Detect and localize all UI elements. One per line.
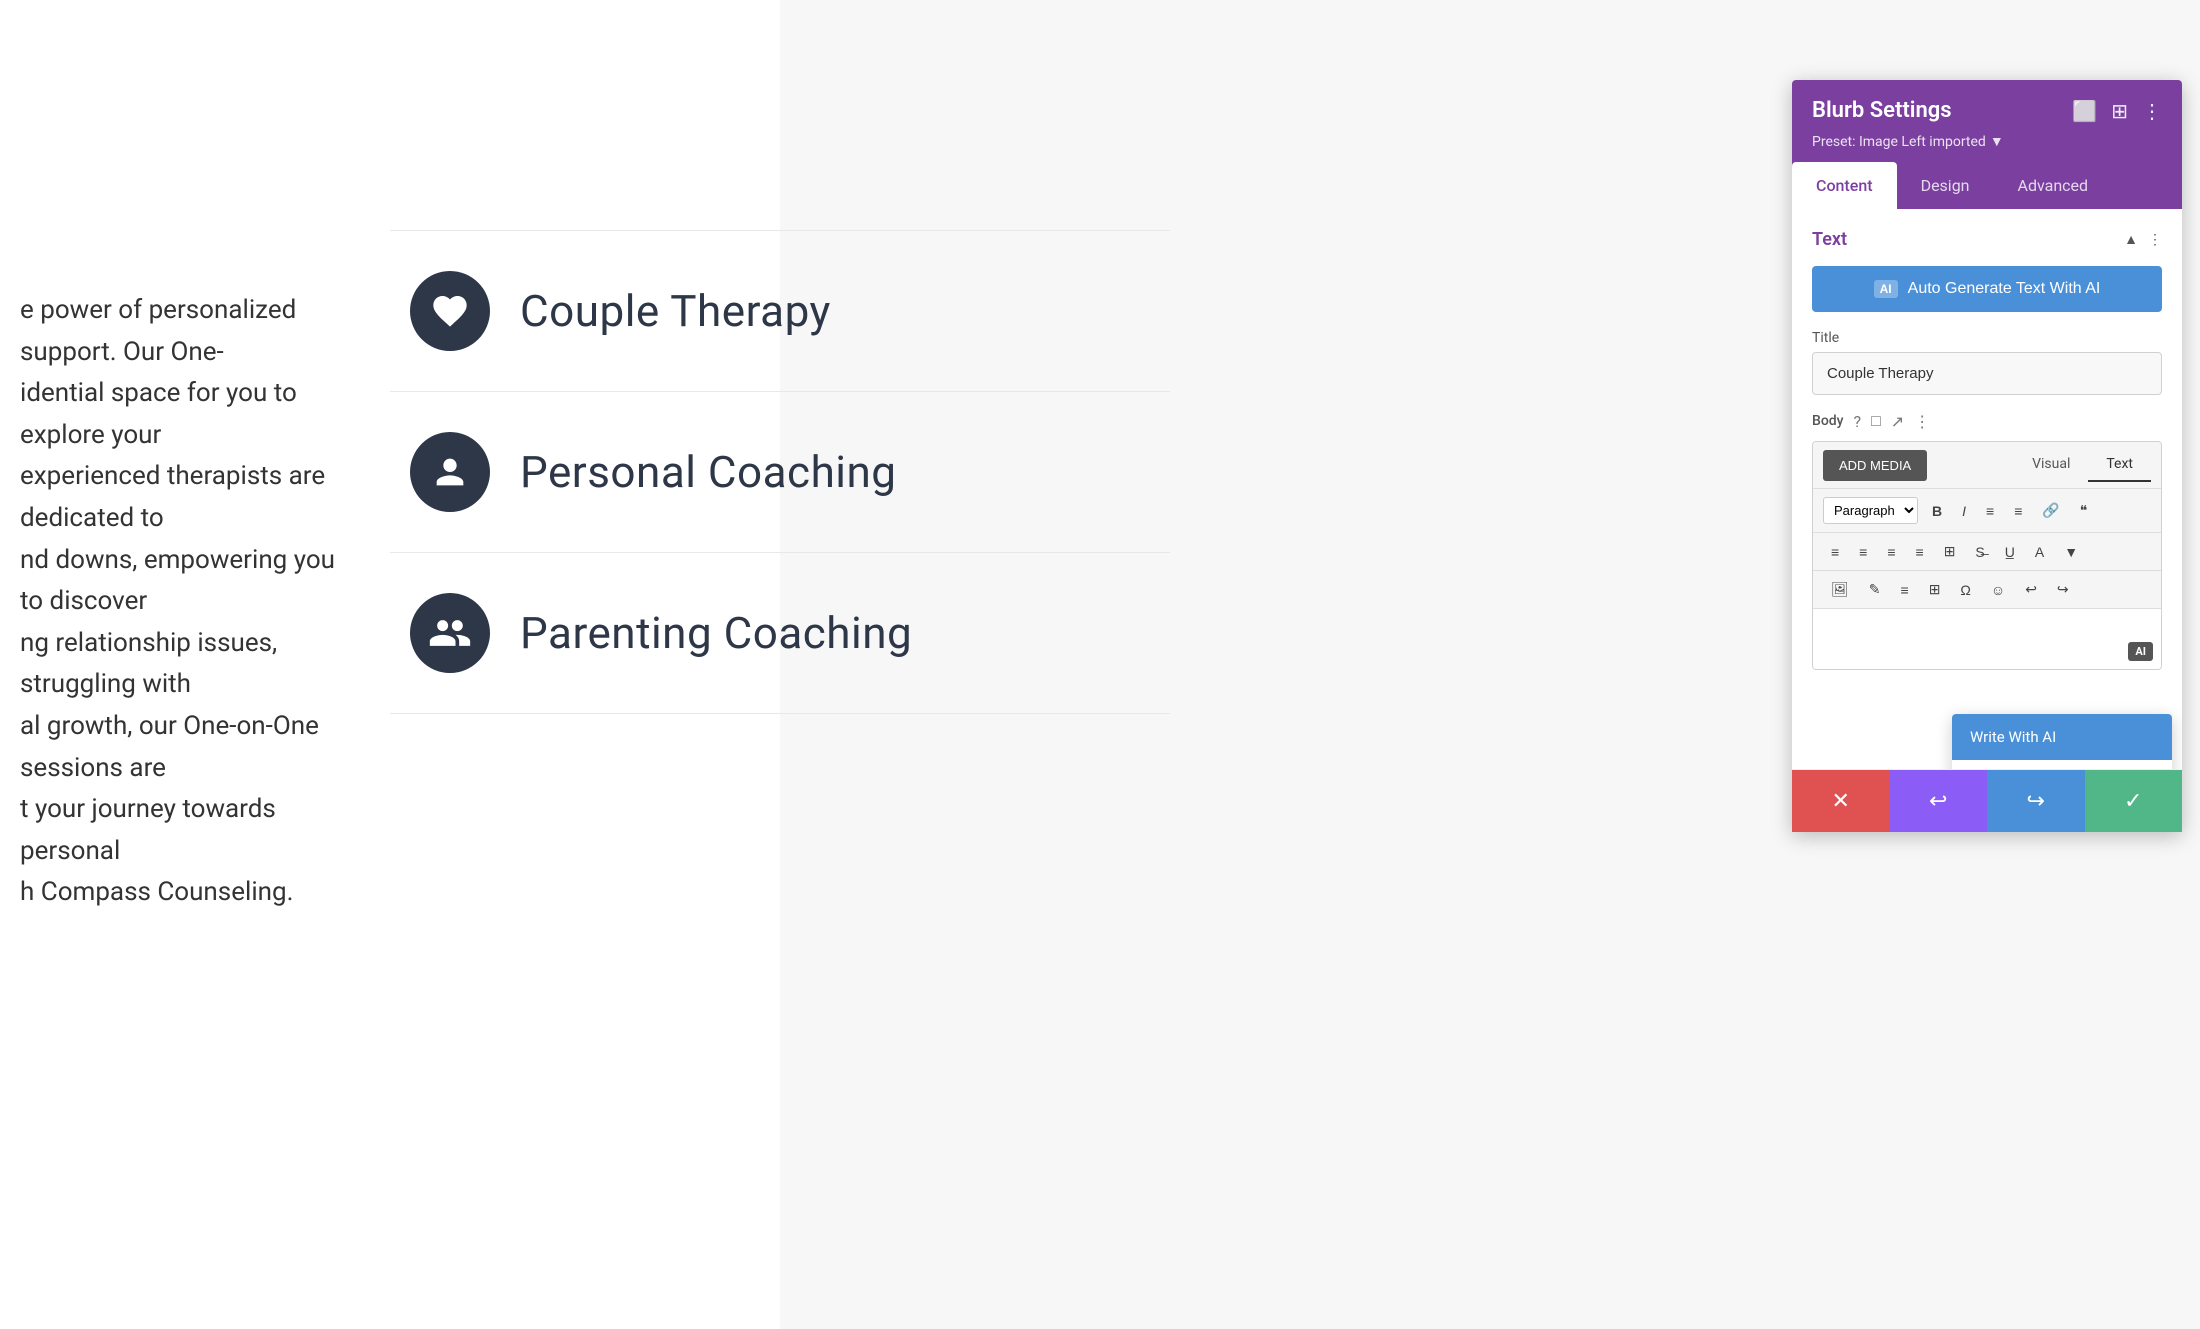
panel-body: Text ▲ ⋮ AI Auto Generate Text With AI T… — [1792, 209, 2182, 769]
emoji-button[interactable]: ☺ — [1983, 578, 2013, 602]
body-more-icon[interactable]: ⋮ — [1914, 412, 1930, 431]
cancel-button[interactable]: ✕ — [1792, 770, 1890, 832]
section-chevron-icon[interactable]: ▲ — [2124, 231, 2138, 248]
ordered-list-button[interactable]: ≡ — [2006, 499, 2030, 523]
body-arrow-icon[interactable]: ↗ — [1891, 412, 1904, 431]
couple-therapy-icon — [410, 271, 490, 351]
items-list: Couple Therapy Personal Coaching Parenti… — [390, 230, 1170, 714]
text-line-6: al growth, our One-on-One sessions are — [20, 706, 340, 789]
section-controls: ▲ ⋮ — [2124, 231, 2162, 248]
people-icon-circle — [410, 593, 490, 673]
panel-footer: ✕ ↩ ↪ ✓ — [1792, 769, 2182, 832]
tab-design[interactable]: Design — [1897, 162, 1994, 209]
align-right-button[interactable]: ≡ — [1879, 540, 1903, 564]
editor-toolbar-row1: Paragraph Heading 1 Heading 2 B I ≡ ≡ 🔗 … — [1813, 489, 2161, 533]
ai-dropdown: Write With AI Write Automatically — [1952, 714, 2172, 769]
quote-button[interactable]: ❝ — [2072, 498, 2096, 523]
special-char-button[interactable]: Ω — [1952, 578, 1978, 602]
editor-content-area[interactable]: AI — [1813, 609, 2161, 669]
paragraph-select[interactable]: Paragraph Heading 1 Heading 2 — [1823, 497, 1918, 524]
body-text: e power of personalized support. Our One… — [20, 290, 340, 914]
undo-button[interactable]: ↩ — [1890, 770, 1988, 832]
visual-tab[interactable]: Visual — [2014, 448, 2088, 482]
write-automatically-option[interactable]: Write Automatically — [1952, 760, 2172, 769]
panel-title-row: Blurb Settings ⬜ ⊞ ⋮ — [1812, 98, 2162, 123]
ai-content-icon[interactable]: AI — [2128, 642, 2153, 661]
personal-coaching-icon — [410, 432, 490, 512]
settings-panel: Blurb Settings ⬜ ⊞ ⋮ Preset: Image Left … — [1792, 80, 2182, 832]
text-line-2: idential space for you to explore your — [20, 373, 340, 456]
list-item: Personal Coaching — [390, 392, 1170, 553]
write-with-ai-option[interactable]: Write With AI — [1952, 714, 2172, 760]
text-section-header: Text ▲ ⋮ — [1812, 229, 2162, 250]
editor-tabs: Visual Text — [2014, 448, 2151, 482]
link-button[interactable]: 🔗 — [2034, 498, 2067, 523]
body-mobile-icon[interactable]: □ — [1871, 411, 1881, 431]
align-center-button[interactable]: ≡ — [1851, 540, 1875, 564]
panel-preset: Preset: Image Left imported ▼ — [1812, 133, 2162, 162]
grid-button[interactable]: ⊞ — [1921, 577, 1949, 602]
split-icon[interactable]: ⊞ — [2111, 99, 2128, 123]
editor-toolbar-row2: ≡ ≡ ≡ ≡ ⊞ S̶ U̲ A ▼ — [1813, 533, 2161, 571]
editor-area: ADD MEDIA Visual Text Paragraph Heading … — [1812, 441, 2162, 670]
ai-badge: AI — [1874, 280, 1898, 298]
list-item: Couple Therapy — [390, 230, 1170, 392]
text-tab[interactable]: Text — [2088, 448, 2151, 482]
undo-editor-button[interactable]: ↩ — [2017, 577, 2045, 602]
panel-header-icons: ⬜ ⊞ ⋮ — [2072, 99, 2162, 123]
list-indent-button[interactable]: ≡ — [1893, 578, 1917, 602]
text-line-4: nd downs, empowering you to discover — [20, 540, 340, 623]
strikethrough-button[interactable]: S̶ — [1967, 540, 1992, 564]
table-button[interactable]: ⊞ — [1936, 539, 1964, 564]
panel-tabs: Content Design Advanced — [1792, 162, 2182, 209]
align-justify-button[interactable]: ≡ — [1908, 540, 1932, 564]
text-line-3: experienced therapists are dedicated to — [20, 456, 340, 539]
tab-content[interactable]: Content — [1792, 162, 1897, 209]
person-icon-circle — [410, 432, 490, 512]
text-line-7: t your journey towards personal — [20, 789, 340, 872]
expand-icon[interactable]: ⬜ — [2072, 99, 2097, 123]
image-button[interactable]: 🖼 — [1823, 577, 1857, 602]
font-color-button[interactable]: A — [2027, 540, 2052, 564]
bold-button[interactable]: B — [1924, 499, 1950, 523]
heart-icon-circle — [410, 271, 490, 351]
editor-toolbar-row3: 🖼 ✎ ≡ ⊞ Ω ☺ ↩ ↪ — [1813, 571, 2161, 609]
more-icon[interactable]: ⋮ — [2142, 99, 2162, 123]
personal-coaching-label: Personal Coaching — [520, 446, 897, 498]
panel-title: Blurb Settings — [1812, 98, 1952, 123]
body-label: Body — [1812, 413, 1844, 429]
text-line-8: h Compass Counseling. — [20, 872, 340, 914]
save-button[interactable]: ✓ — [2085, 770, 2183, 832]
italic-button[interactable]: I — [1954, 499, 1974, 523]
bullet-list-button[interactable]: ≡ — [1978, 499, 2002, 523]
section-more-icon[interactable]: ⋮ — [2148, 232, 2162, 248]
tab-advanced[interactable]: Advanced — [1994, 162, 2113, 209]
list-item: Parenting Coaching — [390, 553, 1170, 714]
align-left-button[interactable]: ≡ — [1823, 540, 1847, 564]
formatting-buttons: B I ≡ ≡ 🔗 ❝ — [1924, 498, 2095, 523]
redo-button[interactable]: ↪ — [1987, 770, 2085, 832]
text-section-title: Text — [1812, 229, 1847, 250]
title-field-label: Title — [1812, 330, 2162, 346]
body-help-icon[interactable]: ? — [1854, 412, 1862, 431]
couple-therapy-label: Couple Therapy — [520, 285, 831, 337]
parenting-coaching-label: Parenting Coaching — [520, 607, 912, 659]
more-toolbar-button[interactable]: ▼ — [2056, 540, 2086, 564]
ai-generate-button[interactable]: AI Auto Generate Text With AI — [1812, 266, 2162, 312]
pen-button[interactable]: ✎ — [1861, 577, 1889, 602]
ai-generate-label: Auto Generate Text With AI — [1908, 280, 2101, 298]
body-section-header: Body ? □ ↗ ⋮ — [1812, 411, 2162, 431]
text-line-5: ng relationship issues, struggling with — [20, 623, 340, 706]
redo-editor-button[interactable]: ↪ — [2049, 577, 2077, 602]
title-input[interactable] — [1812, 352, 2162, 395]
text-line-1: e power of personalized support. Our One… — [20, 290, 340, 373]
underline-button[interactable]: U̲ — [1997, 540, 2023, 564]
parenting-coaching-icon — [410, 593, 490, 673]
add-media-button[interactable]: ADD MEDIA — [1823, 450, 1927, 481]
panel-header: Blurb Settings ⬜ ⊞ ⋮ Preset: Image Left … — [1792, 80, 2182, 162]
